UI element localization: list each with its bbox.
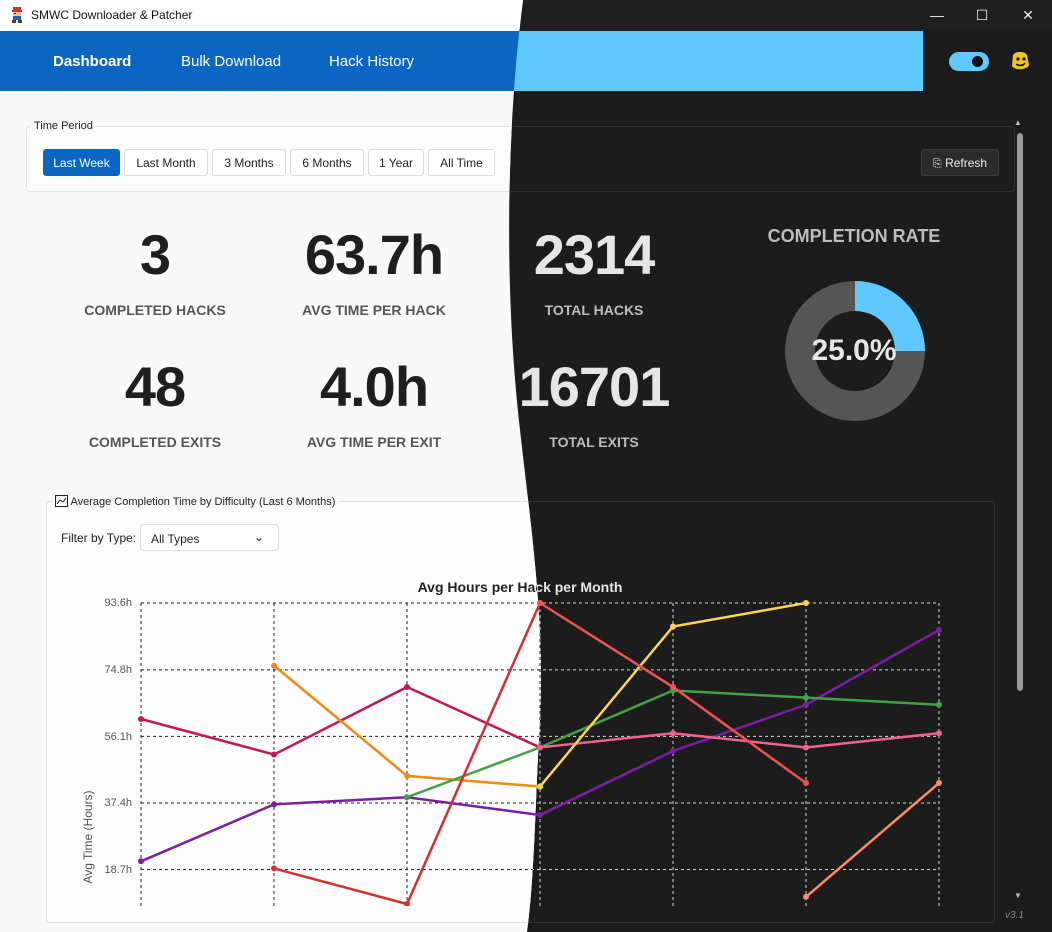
data-point — [936, 780, 942, 787]
data-point — [537, 812, 543, 819]
data-point — [404, 773, 410, 779]
data-point — [271, 752, 277, 758]
data-point — [936, 730, 942, 737]
scroll-up-arrow[interactable]: ▲ — [1014, 118, 1022, 127]
scroll-down-arrow[interactable]: ▼ — [1014, 891, 1022, 900]
data-point — [271, 801, 277, 807]
data-point — [138, 858, 144, 864]
data-point — [271, 865, 277, 871]
data-point — [670, 730, 676, 737]
data-point — [803, 694, 809, 701]
data-point — [670, 748, 676, 754]
data-point — [138, 716, 144, 722]
data-point — [537, 783, 543, 790]
series-line-8 — [805, 782, 940, 898]
data-point — [404, 684, 410, 690]
data-point — [271, 663, 277, 669]
data-point — [803, 600, 809, 606]
data-point — [670, 623, 676, 630]
data-point — [803, 744, 809, 751]
app-window: SMWC Downloader & Patcher — ☐ ✕ Dashboar… — [0, 0, 1052, 932]
data-point — [670, 683, 676, 690]
scrollbar-thumb[interactable] — [1017, 133, 1023, 691]
version-label: v3.1 — [1005, 910, 1024, 921]
data-point — [936, 701, 942, 708]
data-point — [803, 780, 809, 787]
data-point — [803, 893, 809, 900]
data-point — [404, 794, 410, 800]
data-point — [936, 627, 942, 634]
data-point — [803, 701, 809, 708]
